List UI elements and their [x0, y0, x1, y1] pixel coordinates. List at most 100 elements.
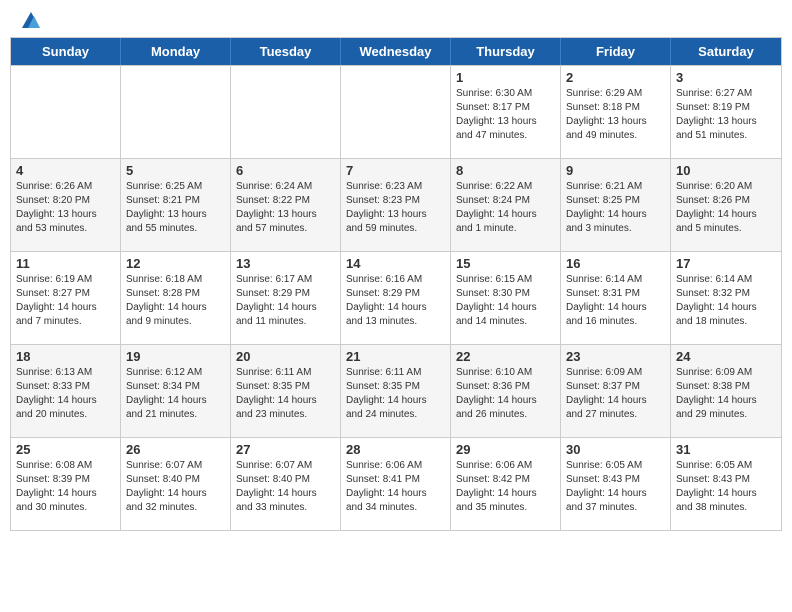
calendar-cell-17: 17 Sunrise: 6:14 AMSunset: 8:32 PMDayligh…	[671, 252, 781, 344]
calendar-cell-2: 2 Sunrise: 6:29 AMSunset: 8:18 PMDaylight…	[561, 66, 671, 158]
calendar-cell-10: 10 Sunrise: 6:20 AMSunset: 8:26 PMDayligh…	[671, 159, 781, 251]
day-info: Sunrise: 6:21 AMSunset: 8:25 PMDaylight:…	[566, 180, 665, 236]
day-info: Sunrise: 6:18 AMSunset: 8:28 PMDaylight:…	[126, 273, 225, 329]
day-number: 22	[456, 349, 555, 364]
calendar-cell-8: 8 Sunrise: 6:22 AMSunset: 8:24 PMDaylight…	[451, 159, 561, 251]
day-number: 8	[456, 163, 555, 178]
day-number: 6	[236, 163, 335, 178]
day-number: 15	[456, 256, 555, 271]
calendar-cell-empty-3	[341, 66, 451, 158]
day-info: Sunrise: 6:19 AMSunset: 8:27 PMDaylight:…	[16, 273, 115, 329]
day-info: Sunrise: 6:12 AMSunset: 8:34 PMDaylight:…	[126, 366, 225, 422]
calendar-cell-24: 24 Sunrise: 6:09 AMSunset: 8:38 PMDayligh…	[671, 345, 781, 437]
day-info: Sunrise: 6:09 AMSunset: 8:37 PMDaylight:…	[566, 366, 665, 422]
day-number: 14	[346, 256, 445, 271]
calendar-cell-15: 15 Sunrise: 6:15 AMSunset: 8:30 PMDayligh…	[451, 252, 561, 344]
logo-icon	[20, 10, 42, 32]
day-number: 26	[126, 442, 225, 457]
calendar-cell-11: 11 Sunrise: 6:19 AMSunset: 8:27 PMDayligh…	[11, 252, 121, 344]
day-info: Sunrise: 6:13 AMSunset: 8:33 PMDaylight:…	[16, 366, 115, 422]
day-info: Sunrise: 6:09 AMSunset: 8:38 PMDaylight:…	[676, 366, 776, 422]
weekday-header-monday: Monday	[121, 38, 231, 65]
calendar-cell-22: 22Sunrise: 6:10 AMSunset: 8:36 PMDayligh…	[451, 345, 561, 437]
calendar-week-1: 1 Sunrise: 6:30 AMSunset: 8:17 PMDaylight…	[11, 65, 781, 158]
day-info: Sunrise: 6:08 AMSunset: 8:39 PMDaylight:…	[16, 459, 115, 515]
day-number: 9	[566, 163, 665, 178]
calendar-cell-4: 4Sunrise: 6:26 AMSunset: 8:20 PMDaylight…	[11, 159, 121, 251]
calendar-body: 1 Sunrise: 6:30 AMSunset: 8:17 PMDaylight…	[11, 65, 781, 530]
day-number: 19	[126, 349, 225, 364]
day-info: Sunrise: 6:11 AMSunset: 8:35 PMDaylight:…	[346, 366, 445, 422]
calendar-week-3: 11 Sunrise: 6:19 AMSunset: 8:27 PMDayligh…	[11, 251, 781, 344]
day-info: Sunrise: 6:06 AMSunset: 8:42 PMDaylight:…	[456, 459, 555, 515]
calendar-cell-27: 27 Sunrise: 6:07 AMSunset: 8:40 PMDayligh…	[231, 438, 341, 530]
day-number: 21	[346, 349, 445, 364]
calendar-cell-5: 5 Sunrise: 6:25 AMSunset: 8:21 PMDaylight…	[121, 159, 231, 251]
day-number: 27	[236, 442, 335, 457]
calendar-cell-28: 28Sunrise: 6:06 AMSunset: 8:41 PMDayligh…	[341, 438, 451, 530]
day-number: 30	[566, 442, 665, 457]
calendar-cell-29: 29 Sunrise: 6:06 AMSunset: 8:42 PMDayligh…	[451, 438, 561, 530]
day-number: 25	[16, 442, 115, 457]
day-number: 10	[676, 163, 776, 178]
calendar-cell-20: 20Sunrise: 6:11 AMSunset: 8:35 PMDayligh…	[231, 345, 341, 437]
day-info: Sunrise: 6:30 AMSunset: 8:17 PMDaylight:…	[456, 87, 555, 143]
day-info: Sunrise: 6:14 AMSunset: 8:32 PMDaylight:…	[676, 273, 776, 329]
day-number: 7	[346, 163, 445, 178]
calendar-cell-empty-0	[11, 66, 121, 158]
calendar-header: SundayMondayTuesdayWednesdayThursdayFrid…	[11, 38, 781, 65]
day-info: Sunrise: 6:17 AMSunset: 8:29 PMDaylight:…	[236, 273, 335, 329]
day-info: Sunrise: 6:20 AMSunset: 8:26 PMDaylight:…	[676, 180, 776, 236]
calendar: SundayMondayTuesdayWednesdayThursdayFrid…	[10, 37, 782, 531]
day-number: 24	[676, 349, 776, 364]
day-info: Sunrise: 6:07 AMSunset: 8:40 PMDaylight:…	[236, 459, 335, 515]
calendar-cell-23: 23 Sunrise: 6:09 AMSunset: 8:37 PMDayligh…	[561, 345, 671, 437]
day-number: 11	[16, 256, 115, 271]
weekday-header-wednesday: Wednesday	[341, 38, 451, 65]
day-info: Sunrise: 6:22 AMSunset: 8:24 PMDaylight:…	[456, 180, 555, 236]
calendar-cell-26: 26Sunrise: 6:07 AMSunset: 8:40 PMDayligh…	[121, 438, 231, 530]
calendar-cell-16: 16 Sunrise: 6:14 AMSunset: 8:31 PMDayligh…	[561, 252, 671, 344]
calendar-week-2: 4Sunrise: 6:26 AMSunset: 8:20 PMDaylight…	[11, 158, 781, 251]
weekday-header-sunday: Sunday	[11, 38, 121, 65]
day-number: 29	[456, 442, 555, 457]
calendar-cell-18: 18 Sunrise: 6:13 AMSunset: 8:33 PMDayligh…	[11, 345, 121, 437]
day-number: 18	[16, 349, 115, 364]
calendar-cell-empty-2	[231, 66, 341, 158]
day-info: Sunrise: 6:05 AMSunset: 8:43 PMDaylight:…	[676, 459, 776, 515]
page-wrapper: SundayMondayTuesdayWednesdayThursdayFrid…	[0, 0, 792, 531]
logo	[20, 10, 46, 32]
calendar-cell-31: 31 Sunrise: 6:05 AMSunset: 8:43 PMDayligh…	[671, 438, 781, 530]
day-info: Sunrise: 6:24 AMSunset: 8:22 PMDaylight:…	[236, 180, 335, 236]
day-info: Sunrise: 6:11 AMSunset: 8:35 PMDaylight:…	[236, 366, 335, 422]
day-number: 16	[566, 256, 665, 271]
calendar-cell-25: 25 Sunrise: 6:08 AMSunset: 8:39 PMDayligh…	[11, 438, 121, 530]
calendar-cell-3: 3Sunrise: 6:27 AMSunset: 8:19 PMDaylight…	[671, 66, 781, 158]
day-info: Sunrise: 6:14 AMSunset: 8:31 PMDaylight:…	[566, 273, 665, 329]
day-number: 1	[456, 70, 555, 85]
day-number: 23	[566, 349, 665, 364]
calendar-cell-30: 30 Sunrise: 6:05 AMSunset: 8:43 PMDayligh…	[561, 438, 671, 530]
day-number: 2	[566, 70, 665, 85]
calendar-cell-empty-1	[121, 66, 231, 158]
calendar-cell-12: 12Sunrise: 6:18 AMSunset: 8:28 PMDayligh…	[121, 252, 231, 344]
day-number: 17	[676, 256, 776, 271]
day-info: Sunrise: 6:23 AMSunset: 8:23 PMDaylight:…	[346, 180, 445, 236]
calendar-cell-7: 7 Sunrise: 6:23 AMSunset: 8:23 PMDaylight…	[341, 159, 451, 251]
weekday-header-friday: Friday	[561, 38, 671, 65]
calendar-cell-1: 1 Sunrise: 6:30 AMSunset: 8:17 PMDaylight…	[451, 66, 561, 158]
day-number: 5	[126, 163, 225, 178]
weekday-header-tuesday: Tuesday	[231, 38, 341, 65]
day-number: 13	[236, 256, 335, 271]
day-info: Sunrise: 6:27 AMSunset: 8:19 PMDaylight:…	[676, 87, 776, 143]
weekday-header-saturday: Saturday	[671, 38, 781, 65]
weekday-header-thursday: Thursday	[451, 38, 561, 65]
day-number: 31	[676, 442, 776, 457]
day-info: Sunrise: 6:06 AMSunset: 8:41 PMDaylight:…	[346, 459, 445, 515]
day-info: Sunrise: 6:25 AMSunset: 8:21 PMDaylight:…	[126, 180, 225, 236]
calendar-cell-13: 13 Sunrise: 6:17 AMSunset: 8:29 PMDayligh…	[231, 252, 341, 344]
day-info: Sunrise: 6:29 AMSunset: 8:18 PMDaylight:…	[566, 87, 665, 143]
day-info: Sunrise: 6:26 AMSunset: 8:20 PMDaylight:…	[16, 180, 115, 236]
day-info: Sunrise: 6:15 AMSunset: 8:30 PMDaylight:…	[456, 273, 555, 329]
day-info: Sunrise: 6:05 AMSunset: 8:43 PMDaylight:…	[566, 459, 665, 515]
